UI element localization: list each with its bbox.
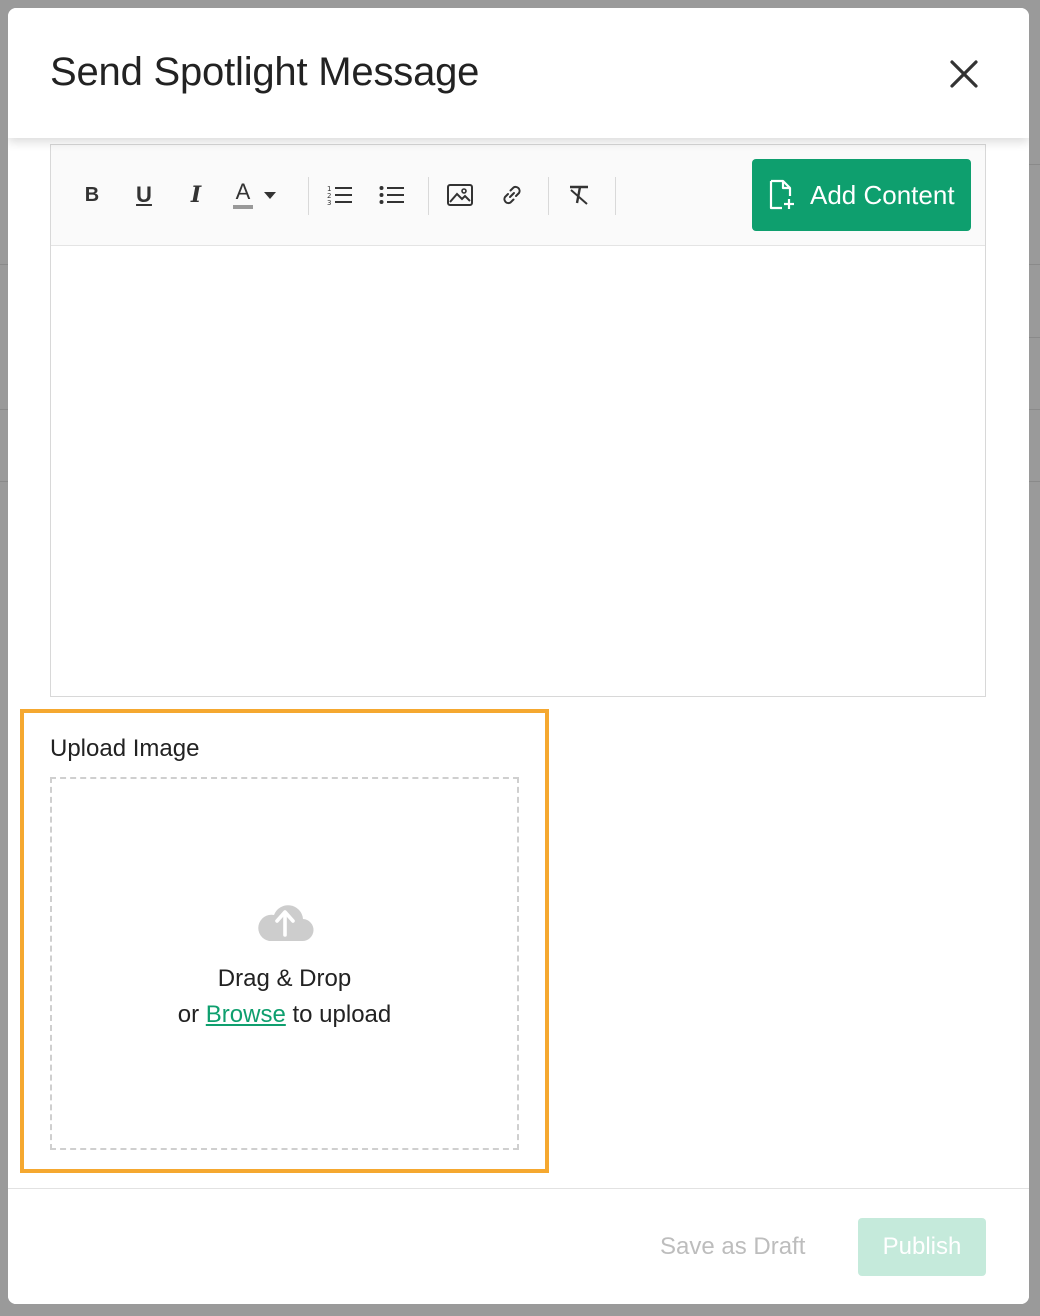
bg-divider: [1029, 481, 1040, 482]
upload-image-section: Upload Image Drag & Drop or Browse to up…: [20, 709, 549, 1173]
caret-down-icon: [264, 192, 276, 199]
italic-icon: I: [190, 182, 202, 208]
bg-divider: [0, 409, 8, 410]
underline-button[interactable]: U: [128, 179, 160, 211]
toolbar-separator: [428, 177, 429, 215]
clear-formatting-icon: [570, 185, 588, 205]
close-button[interactable]: [944, 54, 984, 94]
file-plus-icon: [769, 179, 794, 210]
bold-button[interactable]: B: [76, 179, 108, 211]
bold-icon: B: [84, 183, 100, 206]
bg-divider: [1029, 164, 1040, 165]
drag-drop-text: Drag & Drop: [217, 965, 352, 992]
editor-content-area[interactable]: [51, 246, 985, 697]
text-color-icon: A: [231, 178, 255, 209]
image-icon: [447, 184, 473, 206]
bg-divider: [1029, 337, 1040, 338]
browse-link[interactable]: Browse: [206, 1001, 286, 1028]
ordered-list-icon: 1 2 3: [327, 185, 352, 206]
cloud-upload-icon: [258, 905, 314, 942]
underline-icon: U: [136, 182, 152, 207]
close-icon: [950, 60, 978, 88]
bg-divider: [0, 264, 8, 265]
to-upload-text: to upload: [285, 1001, 392, 1028]
insert-image-button[interactable]: [444, 179, 476, 211]
or-text: or: [177, 1001, 206, 1028]
bg-divider: [0, 481, 8, 482]
svg-text:3: 3: [327, 199, 331, 206]
toolbar-separator: [615, 177, 616, 215]
modal-footer: Save as Draft Publish: [8, 1188, 1029, 1304]
add-content-button[interactable]: Add Content: [752, 159, 971, 231]
rich-text-editor: B U I A 1 2 3 Add Content: [50, 144, 986, 697]
modal-header: Send Spotlight Message: [8, 8, 1029, 138]
upload-image-label: Upload Image: [50, 735, 200, 762]
italic-button[interactable]: I: [180, 179, 212, 211]
image-dropzone[interactable]: Drag & Drop or Browse to upload: [50, 777, 519, 1150]
bg-divider: [1029, 264, 1040, 265]
bullet-list-icon: [379, 186, 404, 204]
text-color-swatch: [233, 204, 253, 209]
publish-button[interactable]: Publish: [858, 1218, 986, 1276]
modal-title: Send Spotlight Message: [50, 50, 480, 94]
text-color-letter: A: [235, 178, 251, 204]
save-as-draft-button[interactable]: Save as Draft: [660, 1233, 805, 1261]
bullet-list-button[interactable]: [376, 179, 408, 211]
bg-divider: [1029, 409, 1040, 410]
toolbar-separator: [308, 177, 309, 215]
text-color-button[interactable]: A: [231, 179, 291, 211]
editor-toolbar: B U I A 1 2 3 Add Content: [51, 145, 985, 246]
add-content-label: Add Content: [810, 179, 955, 210]
ordered-list-button[interactable]: 1 2 3: [324, 179, 356, 211]
toolbar-separator: [548, 177, 549, 215]
link-icon: [503, 185, 521, 205]
clear-formatting-button[interactable]: [563, 179, 595, 211]
browse-line: or Browse to upload: [52, 1001, 517, 1029]
insert-link-button[interactable]: [496, 179, 528, 211]
spotlight-modal: Send Spotlight Message B U I A 1 2 3 Add…: [8, 8, 1029, 1304]
